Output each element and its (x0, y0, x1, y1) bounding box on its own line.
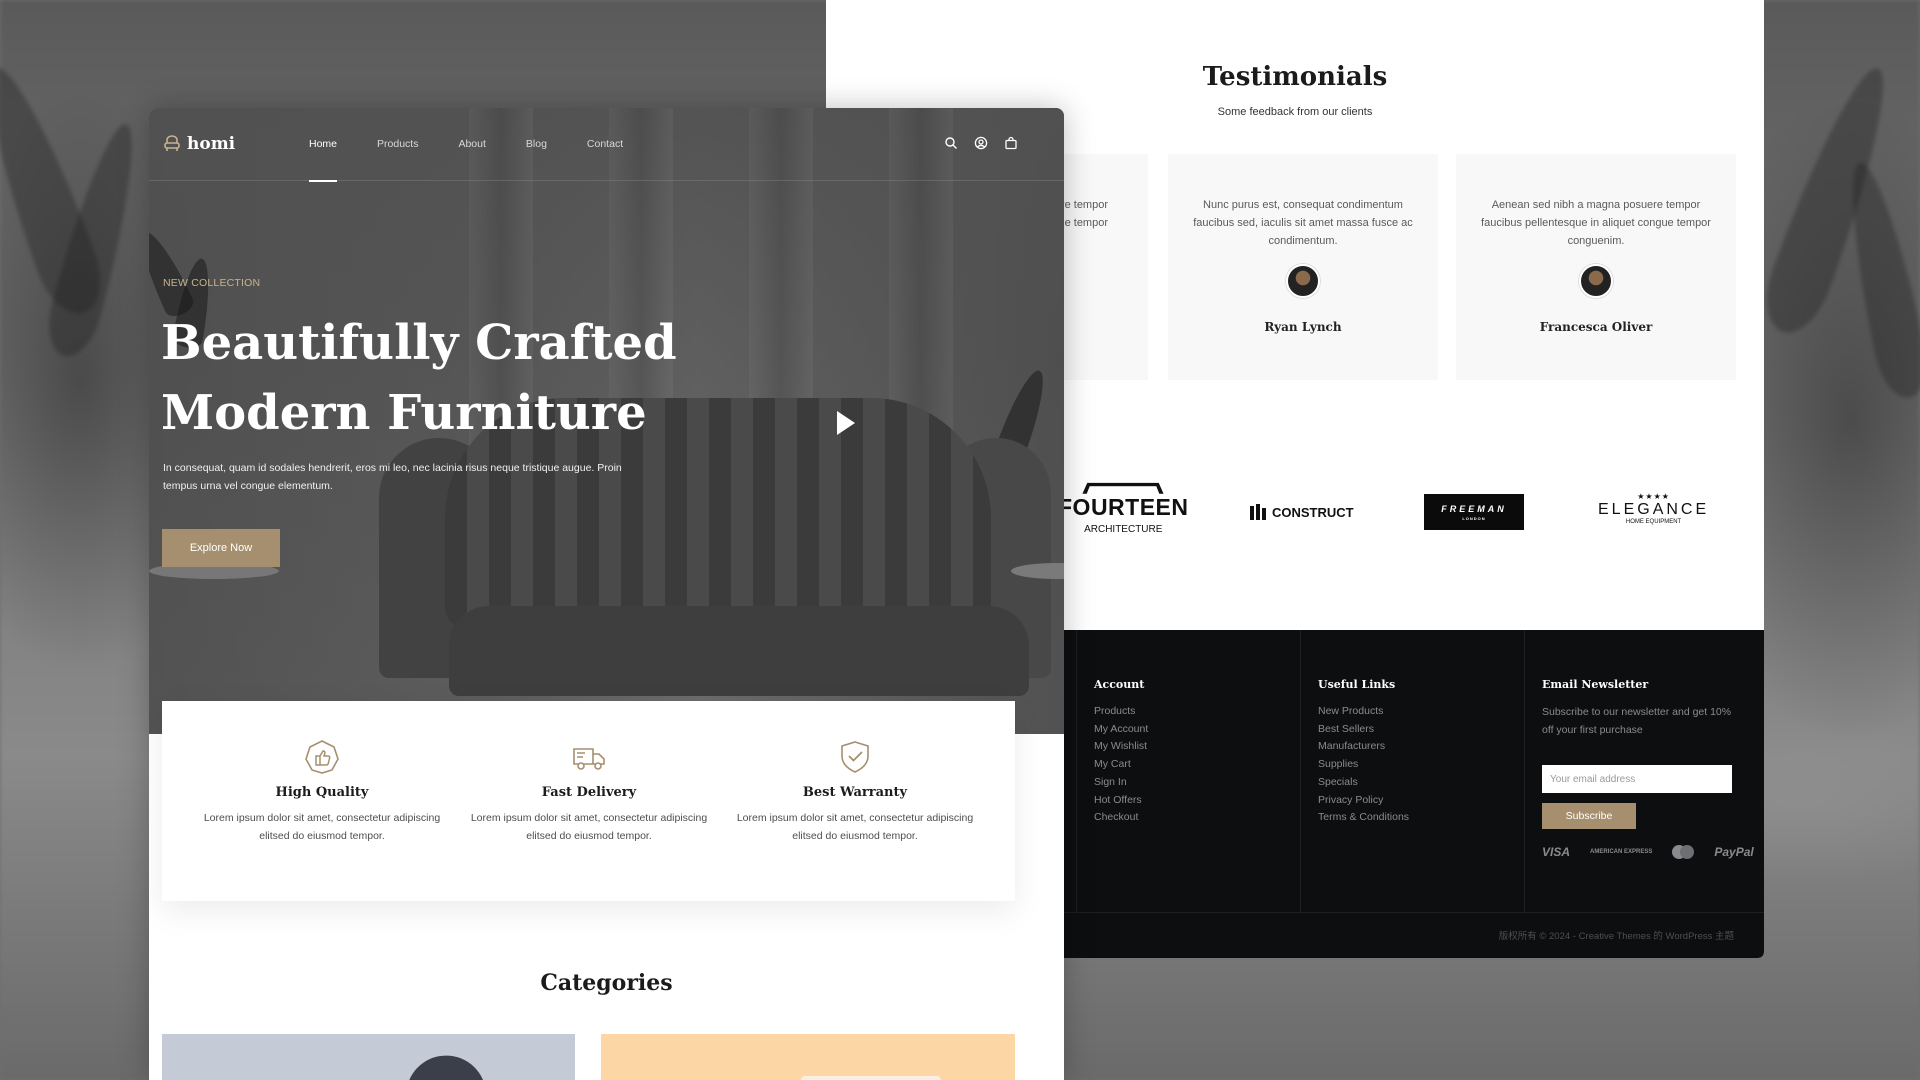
roof-icon (1082, 482, 1164, 494)
brand-name: CONSTRUCT (1272, 504, 1354, 520)
footer-link-manufacturers[interactable]: Manufacturers (1318, 738, 1409, 756)
feature-text: Lorem ipsum dolor sit amet, consectetur … (203, 812, 441, 842)
hero-title-line: Beautifully Crafted (161, 315, 677, 371)
footer-link-sign-in[interactable]: Sign In (1094, 774, 1148, 792)
testimonial-author: Ryan Lynch (1264, 320, 1342, 334)
footer-link-my-cart[interactable]: My Cart (1094, 756, 1148, 774)
feature-text: Lorem ipsum dolor sit amet, consectetur … (736, 812, 974, 842)
footer-account-column: Account Products My Account My Wishlist … (1094, 678, 1148, 827)
brand-logo-construct[interactable]: CONSTRUCT (1250, 504, 1354, 520)
hero-description: In consequat, quam id sodales hendrerit,… (163, 462, 622, 492)
footer-link-products[interactable]: Products (1094, 703, 1148, 721)
footer-link-my-wishlist[interactable]: My Wishlist (1094, 738, 1148, 756)
brand-logo-freeman[interactable]: FREEMAN LONDON (1424, 494, 1524, 530)
bars-icon (1250, 504, 1266, 520)
copyright-text: 版权所有 © 2024 - Creative Themes 的 WordPres… (1498, 931, 1734, 942)
feature-best-warranty: Best Warranty Lorem ipsum dolor sit amet… (735, 739, 975, 845)
footer-link-specials[interactable]: Specials (1318, 774, 1409, 792)
header-actions (944, 136, 1018, 150)
delivery-truck-icon (571, 739, 607, 775)
brand-name: ELEGANCE (1598, 501, 1710, 518)
testimonial-quote: Nunc purus est, consequat condimentum fa… (1193, 199, 1413, 247)
user-icon[interactable] (974, 136, 988, 150)
brand-name: homi (187, 134, 236, 154)
feature-title: Best Warranty (802, 785, 908, 800)
category-card[interactable] (601, 1034, 1015, 1080)
feature-text: Lorem ipsum dolor sit amet, consectetur … (470, 812, 708, 842)
column-divider (1524, 630, 1525, 912)
top-navigation: homi Home Products About Blog Contact (149, 108, 1064, 182)
footer-link-terms[interactable]: Terms & Conditions (1318, 809, 1409, 827)
sofa-seat (449, 606, 1029, 696)
features-panel: High Quality Lorem ipsum dolor sit amet,… (162, 701, 1015, 901)
nav-about[interactable]: About (458, 108, 485, 181)
footer-newsletter-column: Email Newsletter Subscribe to our newsle… (1542, 678, 1754, 859)
brand-name: FOURTEEN (1058, 494, 1189, 520)
brand-logo-elegance[interactable]: ★★★★ ELEGANCE HOME EQUIPMENT (1598, 492, 1709, 525)
hero-title-line: Modern Furniture (161, 385, 647, 441)
testimonials-title: Testimonials (1202, 62, 1388, 92)
hero-section: homi Home Products About Blog Contact NE… (149, 108, 1064, 734)
brand-name: FREEMAN (1441, 504, 1507, 514)
main-menu: Home Products About Blog Contact (309, 108, 663, 182)
footer-link-supplies[interactable]: Supplies (1318, 756, 1409, 774)
brand-tagline: LONDON (1462, 516, 1486, 521)
payment-methods: VISA AMERICAN EXPRESS PayPal (1542, 845, 1754, 859)
testimonial-author: Francesca Oliver (1539, 320, 1653, 334)
thumbs-up-badge-icon (304, 739, 340, 775)
footer-link-my-account[interactable]: My Account (1094, 721, 1148, 739)
tray-image (801, 1076, 941, 1080)
footer-heading: Email Newsletter (1542, 678, 1649, 691)
footer-heading: Account (1094, 678, 1145, 691)
amex-icon: AMERICAN EXPRESS (1590, 848, 1653, 855)
footer-link-hot-offers[interactable]: Hot Offers (1094, 792, 1148, 810)
footer-heading: Useful Links (1318, 678, 1396, 691)
shield-check-icon (837, 739, 873, 775)
paypal-icon: PayPal (1714, 845, 1754, 859)
nav-blog[interactable]: Blog (526, 108, 547, 181)
hero-title: Beautifully Crafted Modern Furniture (161, 308, 721, 448)
testimonial-card: Nunc purus est, consequat condimentum fa… (1168, 154, 1438, 380)
site-logo[interactable]: homi (163, 134, 235, 154)
stars-icon: ★★★★ (1637, 492, 1670, 501)
nav-home[interactable]: Home (309, 108, 338, 182)
search-icon[interactable] (944, 136, 958, 150)
chair-logo-icon (164, 135, 180, 151)
footer-link-new-products[interactable]: New Products (1318, 703, 1409, 721)
footer-link-privacy-policy[interactable]: Privacy Policy (1318, 792, 1409, 810)
footer-useful-links-column: Useful Links New Products Best Sellers M… (1318, 678, 1409, 827)
nav-products[interactable]: Products (377, 108, 418, 181)
categories-title: Categories (540, 970, 673, 996)
newsletter-description: Subscribe to our newsletter and get 10% … (1542, 706, 1732, 736)
hero-eyebrow: NEW COLLECTION (163, 277, 261, 289)
lamp-image (398, 1048, 486, 1080)
subscribe-button[interactable]: Subscribe (1542, 803, 1636, 829)
brand-tagline: ARCHITECTURE (1084, 524, 1163, 535)
avatar (1286, 264, 1320, 298)
testimonial-card: Aenean sed nibh a magna posuere tempor f… (1456, 154, 1736, 380)
brand-logo-fourteen[interactable]: FOURTEEN ARCHITECTURE (1058, 482, 1189, 535)
footer-link-checkout[interactable]: Checkout (1094, 809, 1148, 827)
play-video-icon[interactable] (829, 408, 859, 438)
mastercard-icon (1672, 845, 1695, 859)
footer-link-best-sellers[interactable]: Best Sellers (1318, 721, 1409, 739)
column-divider (1076, 630, 1077, 912)
newsletter-email-input[interactable] (1542, 765, 1732, 793)
feature-fast-delivery: Fast Delivery Lorem ipsum dolor sit amet… (469, 739, 709, 845)
testimonial-quote: Aenean sed nibh a magna posuere tempor f… (1481, 199, 1711, 247)
category-card[interactable] (162, 1034, 575, 1080)
cart-icon[interactable] (1004, 136, 1018, 150)
brand-tagline: HOME EQUIPMENT (1625, 519, 1682, 525)
visa-icon: VISA (1542, 845, 1571, 859)
column-divider (1300, 630, 1301, 912)
avatar (1579, 264, 1613, 298)
homepage-window: homi Home Products About Blog Contact NE… (149, 108, 1064, 1080)
feature-title: High Quality (275, 785, 369, 800)
feature-title: Fast Delivery (541, 785, 637, 800)
explore-now-button[interactable]: Explore Now (162, 529, 280, 567)
nav-contact[interactable]: Contact (587, 108, 623, 181)
feature-high-quality: High Quality Lorem ipsum dolor sit amet,… (202, 739, 442, 845)
